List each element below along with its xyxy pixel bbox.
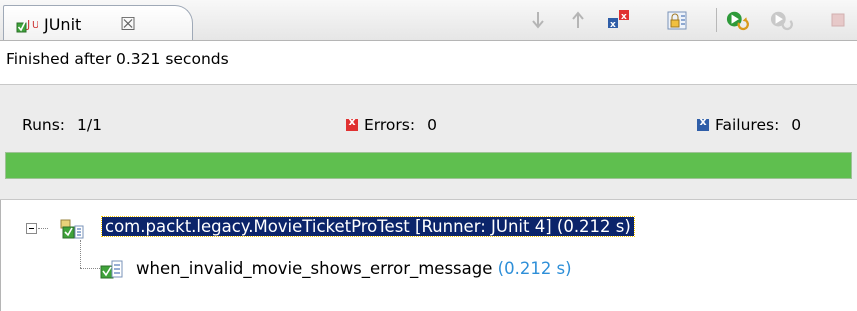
errors-counter: Errors: 0: [346, 115, 437, 134]
show-failures-only-icon[interactable]: x x: [606, 9, 630, 31]
test-suite-icon: [60, 218, 84, 239]
divider: [0, 199, 857, 200]
tree-connector: [80, 268, 100, 269]
tab-title: JUnit: [44, 15, 82, 34]
junit-icon: J U: [16, 16, 39, 34]
failures-value: 0: [791, 116, 802, 134]
test-passed-icon: [100, 259, 123, 279]
error-icon: [346, 115, 358, 131]
runs-value: 1/1: [77, 116, 102, 134]
counter-panel: [0, 85, 857, 200]
test-case-time: (0.212 s): [497, 259, 572, 278]
tree-test-case[interactable]: when_invalid_movie_shows_error_message (…: [136, 259, 572, 278]
panel-border: [0, 200, 1, 311]
next-failure-icon[interactable]: [526, 9, 550, 31]
runs-counter: Runs: 1/1: [22, 116, 102, 134]
rerun-test-icon[interactable]: [726, 9, 750, 31]
status-text: Finished after 0.321 seconds: [6, 50, 229, 68]
view-titlebar: J U JUnit ☒ x x: [0, 0, 857, 41]
rerun-failed-first-icon[interactable]: [770, 9, 794, 31]
close-icon[interactable]: ☒: [120, 14, 136, 35]
runs-label: Runs:: [22, 116, 66, 134]
progress-bar: [5, 152, 852, 179]
svg-text:x: x: [621, 12, 627, 22]
svg-text:x: x: [610, 20, 616, 30]
previous-failure-icon[interactable]: [566, 9, 590, 31]
tree-connector: [38, 228, 48, 229]
tree-root-suite[interactable]: com.packt.legacy.MovieTicketProTest [Run…: [101, 216, 635, 237]
errors-label: Errors:: [364, 116, 416, 134]
scroll-lock-icon[interactable]: [666, 9, 690, 31]
failures-label: Failures:: [715, 116, 780, 134]
test-case-name: when_invalid_movie_shows_error_message: [136, 259, 493, 278]
errors-value: 0: [427, 116, 437, 134]
collapse-toggle-icon[interactable]: [26, 223, 37, 234]
svg-text:J: J: [26, 18, 30, 31]
failure-icon: [697, 115, 709, 131]
toolbar-separator: [716, 8, 717, 32]
tree-connector: [80, 240, 81, 268]
svg-text:U: U: [32, 20, 38, 31]
failures-counter: Failures: 0: [697, 115, 802, 134]
stop-icon[interactable]: [826, 9, 850, 31]
junit-tab[interactable]: J U JUnit ☒: [3, 5, 193, 40]
